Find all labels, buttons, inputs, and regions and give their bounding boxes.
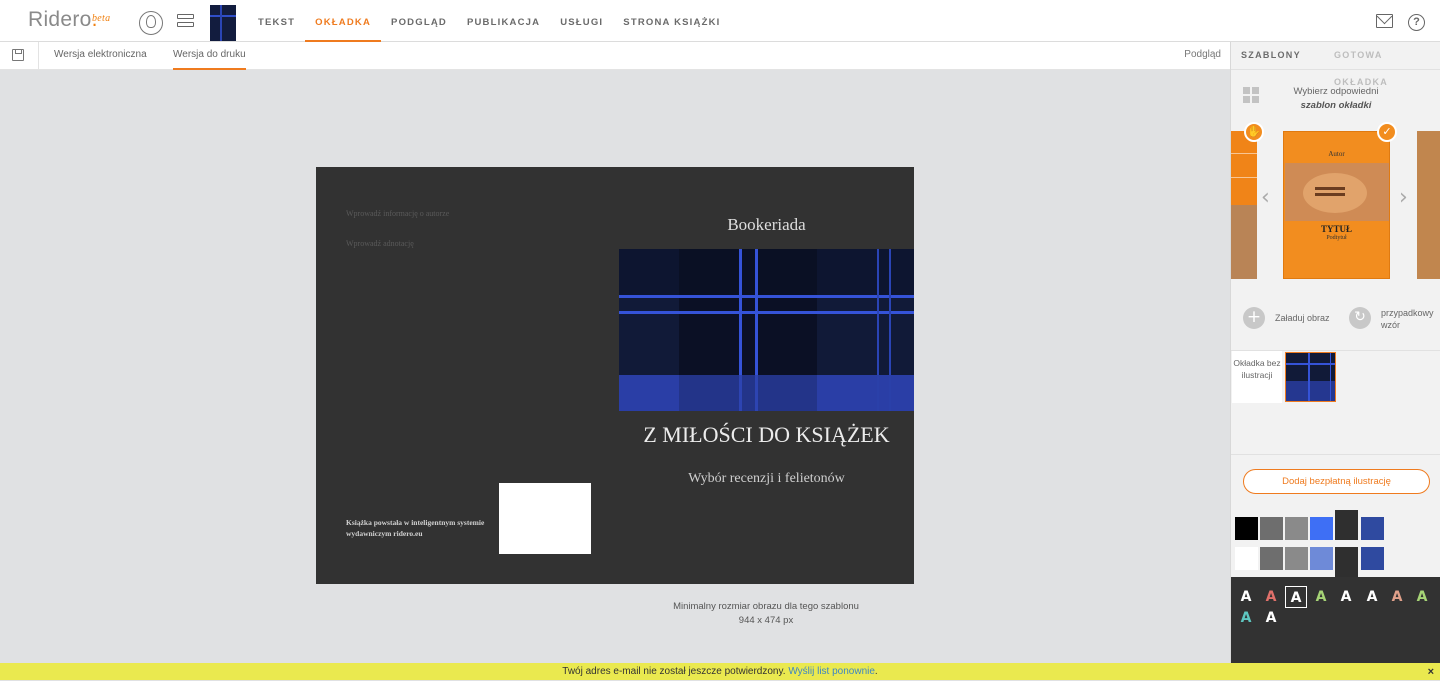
template-card-prev[interactable] <box>1231 131 1257 279</box>
font-color-white-3[interactable]: A <box>1361 586 1383 608</box>
min-size-label: Minimalny rozmiar obrazu dla tego szablo… <box>673 601 859 612</box>
swatch-navy[interactable] <box>1361 517 1384 540</box>
tab-templates[interactable]: SZABLONY <box>1241 42 1301 70</box>
template-carousel: ✋ Autor TYTUŁ Podtytuł ✓ ‹ › <box>1231 122 1440 287</box>
font-color-green[interactable]: A <box>1310 586 1332 608</box>
tab-print-version[interactable]: Wersja do druku <box>173 42 246 70</box>
cover-canvas: Wprowadź informację o autorze Wprowadź a… <box>0 70 1230 663</box>
font-color-white-4[interactable]: A <box>1260 607 1282 629</box>
mail-icon[interactable] <box>1376 14 1393 28</box>
barcode-placeholder <box>499 483 591 554</box>
swatch-black[interactable] <box>1235 517 1258 540</box>
book-title[interactable]: Z MIŁOŚCI DO KSIĄŻEK <box>619 423 914 447</box>
swatch-light-blue[interactable] <box>1310 547 1333 570</box>
swatch-grey[interactable] <box>1285 517 1308 540</box>
font-color-selected[interactable]: A <box>1285 586 1307 608</box>
chevron-right-icon[interactable]: › <box>1399 185 1408 210</box>
random-pattern-button[interactable]: przypadkowy wzór <box>1381 307 1436 331</box>
nav-strona-ksiazki[interactable]: STRONA KSIĄŻKI <box>613 0 730 42</box>
font-color-picker: A A A A A A A A A A <box>1231 577 1440 663</box>
swatch-dark-grey-2[interactable] <box>1260 547 1283 570</box>
plaid-illustration-option[interactable] <box>1285 352 1336 402</box>
font-color-white-2[interactable]: A <box>1335 586 1357 608</box>
books-list-icon[interactable] <box>177 14 194 28</box>
main-nav: TEKST OKŁADKA PODGLĄD PUBLIKACJA USŁUGI … <box>258 0 730 42</box>
cat-photo <box>1285 163 1389 221</box>
user-profile-icon[interactable] <box>139 11 163 35</box>
min-size-value: 944 x 474 px <box>738 615 794 626</box>
min-size-note: Minimalny rozmiar obrazu dla tego szablo… <box>616 600 916 628</box>
add-free-illustration-button[interactable]: Dodaj bezpłatną ilustrację <box>1243 469 1430 494</box>
no-illustration-option[interactable]: Okładka bez ilustracji <box>1232 351 1282 403</box>
font-color-lime[interactable]: A <box>1411 586 1433 608</box>
chevron-left-icon[interactable]: ‹ <box>1261 185 1270 210</box>
swatch-blue[interactable] <box>1310 517 1333 540</box>
save-icon[interactable] <box>12 49 24 61</box>
illustration-options: Okładka bez ilustracji <box>1231 350 1440 403</box>
swatch-dark-grey[interactable] <box>1260 517 1283 540</box>
swatch-grey-2[interactable] <box>1285 547 1308 570</box>
notice-text: Twój adres e-mail nie został jeszcze pot… <box>562 666 786 677</box>
nav-publikacja[interactable]: PUBLIKACJA <box>457 0 550 42</box>
preview-link[interactable]: Podgląd <box>1184 42 1221 68</box>
font-color-salmon[interactable]: A <box>1386 586 1408 608</box>
nav-tekst[interactable]: TEKST <box>258 0 305 42</box>
templates-panel: SZABLONY GOTOWA OKŁADKA Wybierz odpowied… <box>1230 42 1440 663</box>
cover-spread: Wprowadź informację o autorze Wprowadź a… <box>316 167 914 584</box>
upload-image-button[interactable]: Załaduj obraz <box>1275 312 1330 324</box>
hand-pointer-icon: ✋ <box>1244 122 1264 142</box>
refresh-icon[interactable]: ↻ <box>1349 307 1371 329</box>
imprint-text: Książka powstała w inteligentnym systemi… <box>346 518 485 538</box>
font-color-teal[interactable]: A <box>1235 607 1257 629</box>
font-color-white[interactable]: A <box>1235 586 1257 608</box>
email-verification-notice: Twój adres e-mail nie został jeszcze pot… <box>0 663 1440 680</box>
beta-badge: beta <box>92 13 111 24</box>
top-bar: Ridero. beta TEKST OKŁADKA PODGLĄD PUBLIK… <box>0 0 1440 42</box>
font-color-red[interactable]: A <box>1260 586 1282 608</box>
help-icon[interactable]: ? <box>1408 14 1425 31</box>
choose-template-hint: Wybierz odpowiedni szablon okładki <box>1293 86 1379 111</box>
ridero-logo[interactable]: Ridero. beta <box>28 8 110 32</box>
sub-bar: Wersja elektroniczna Wersja do druku Pod… <box>0 42 1230 70</box>
divider <box>38 42 39 70</box>
close-icon[interactable]: × <box>1428 663 1434 681</box>
nav-uslugi[interactable]: USŁUGI <box>550 0 613 42</box>
nav-podglad[interactable]: PODGLĄD <box>381 0 457 42</box>
swatch-charcoal-selected[interactable] <box>1335 510 1358 540</box>
nav-okladka[interactable]: OKŁADKA <box>305 0 382 42</box>
plus-icon[interactable]: + <box>1243 307 1265 329</box>
tab-ebook-version[interactable]: Wersja elektroniczna <box>54 42 147 70</box>
book-subtitle[interactable]: Wybór recenzji i felietonów <box>619 471 914 487</box>
book-cover-thumbnail[interactable] <box>210 5 236 41</box>
annotation-field[interactable]: Wprowadź adnotację <box>346 239 414 248</box>
template-card-next[interactable] <box>1417 131 1440 279</box>
tab-ready-cover[interactable]: GOTOWA OKŁADKA <box>1334 42 1440 87</box>
swatch-charcoal-2[interactable] <box>1335 547 1358 579</box>
publisher-name[interactable]: Bookeriada <box>619 215 914 235</box>
resend-email-link[interactable]: Wyślij list ponownie <box>788 666 875 677</box>
grid-view-icon[interactable] <box>1243 87 1260 104</box>
author-info-field[interactable]: Wprowadź informację o autorze <box>346 209 449 218</box>
checkmark-icon: ✓ <box>1377 122 1397 142</box>
cover-illustration[interactable] <box>619 249 914 411</box>
swatch-white[interactable] <box>1235 547 1258 570</box>
template-card-selected[interactable]: Autor TYTUŁ Podtytuł <box>1283 131 1390 279</box>
swatch-navy-2[interactable] <box>1361 547 1384 570</box>
